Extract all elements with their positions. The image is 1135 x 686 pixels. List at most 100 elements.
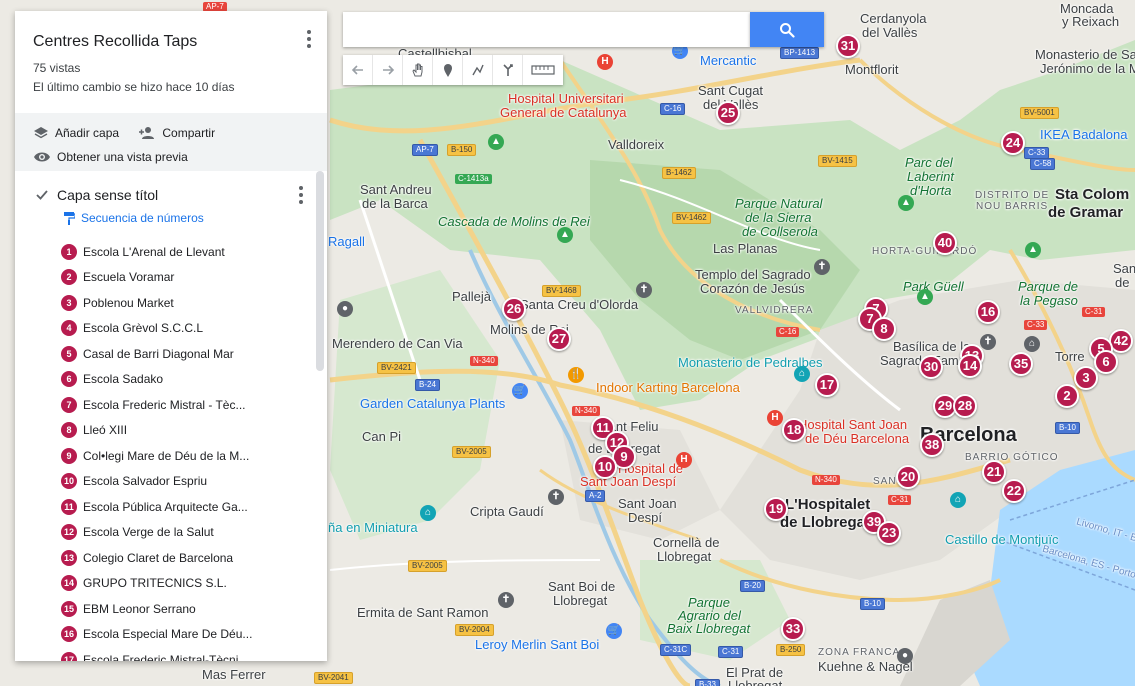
list-item[interactable]: 14 GRUPO TRITECNICS S.L. xyxy=(15,571,327,597)
list-item[interactable]: 17 Escola Frederic Mistral-Tècni... xyxy=(15,647,327,661)
list-item[interactable]: 12 Escola Verge de la Salut xyxy=(15,520,327,546)
list-item-label: Casal de Barri Diagonal Mar xyxy=(83,346,234,361)
list-item[interactable]: 7 Escola Frederic Mistral - Tèc... xyxy=(15,392,327,418)
map-marker[interactable]: 20 xyxy=(896,465,920,489)
redo-button[interactable] xyxy=(373,55,403,85)
layer-options-button[interactable] xyxy=(291,183,311,207)
road-shield: B-250 xyxy=(776,644,806,656)
church-icon[interactable]: ✝ xyxy=(814,259,830,275)
park-icon[interactable]: ▲ xyxy=(917,289,933,305)
search-button[interactable] xyxy=(750,12,824,47)
list-item[interactable]: 13 Colegio Claret de Barcelona xyxy=(15,545,327,571)
map-place-label: Parque Natural xyxy=(735,196,823,211)
map-marker[interactable]: 24 xyxy=(1001,131,1025,155)
map-place-label: Baix Llobregat xyxy=(667,621,751,636)
list-item[interactable]: 3 Poblenou Market xyxy=(15,290,327,316)
map-place-label: ZONA FRANCA xyxy=(818,647,901,658)
shopping-icon[interactable]: 🛒 xyxy=(606,623,622,639)
list-item-number: 17 xyxy=(61,651,77,661)
park-icon[interactable]: ▲ xyxy=(1025,242,1041,258)
list-item[interactable]: 9 Col•legi Mare de Déu de la M... xyxy=(15,443,327,469)
map-marker[interactable]: 10 xyxy=(593,455,617,479)
map-place-label: del Vallès xyxy=(862,25,918,40)
hospital-icon[interactable]: H xyxy=(597,54,613,70)
list-item[interactable]: 5 Casal de Barri Diagonal Mar xyxy=(15,341,327,367)
museum-icon[interactable]: ⌂ xyxy=(420,505,436,521)
map-marker[interactable]: 3 xyxy=(1074,366,1098,390)
style-sequence-button[interactable]: Secuencia de números xyxy=(63,211,309,225)
church-icon[interactable]: ✝ xyxy=(636,282,652,298)
map-marker[interactable]: 30 xyxy=(919,355,943,379)
map-marker[interactable]: 35 xyxy=(1009,352,1033,376)
map-marker[interactable]: 14 xyxy=(958,354,982,378)
layer-checkbox[interactable] xyxy=(35,188,49,202)
park-icon[interactable]: ▲ xyxy=(488,134,504,150)
list-item-label: Escola Sadako xyxy=(83,372,164,387)
church-icon[interactable]: ✝ xyxy=(548,489,564,505)
map-marker[interactable]: 16 xyxy=(976,300,1000,324)
church-icon[interactable]: ✝ xyxy=(498,592,514,608)
list-item[interactable]: 2 Escuela Voramar xyxy=(15,265,327,291)
draw-line-button[interactable] xyxy=(463,55,493,85)
church-icon[interactable]: ✝ xyxy=(980,334,996,350)
pin-icon[interactable]: ● xyxy=(897,648,913,664)
map-marker[interactable]: 6 xyxy=(1094,350,1118,374)
map-marker[interactable]: 25 xyxy=(716,101,740,125)
map-marker[interactable]: 27 xyxy=(547,327,571,351)
layer-name[interactable]: Capa sense títol xyxy=(57,187,158,203)
list-item-number: 13 xyxy=(61,549,77,566)
map-marker[interactable]: 28 xyxy=(953,394,977,418)
directions-button[interactable] xyxy=(493,55,523,85)
map-marker[interactable]: 23 xyxy=(877,521,901,545)
add-marker-button[interactable] xyxy=(433,55,463,85)
share-button[interactable]: Compartir xyxy=(138,123,215,143)
map-marker[interactable]: 33 xyxy=(781,617,805,641)
map-place-label: Ragall xyxy=(328,234,365,249)
list-item[interactable]: 6 Escola Sadako xyxy=(15,367,327,393)
list-item[interactable]: 16 Escola Especial Mare De Déu... xyxy=(15,622,327,648)
road-shield: B-33 xyxy=(695,679,720,686)
park-icon[interactable]: ▲ xyxy=(898,195,914,211)
list-item[interactable]: 15 EBM Leonor Serrano xyxy=(15,596,327,622)
museum-icon[interactable]: ⌂ xyxy=(950,492,966,508)
map-options-button[interactable] xyxy=(299,27,319,51)
map-marker[interactable]: 31 xyxy=(836,34,860,58)
panel-scrollbar[interactable] xyxy=(316,171,324,371)
map-marker[interactable]: 8 xyxy=(872,317,896,341)
list-item[interactable]: 4 Escola Grèvol S.C.C.L xyxy=(15,316,327,342)
map-marker[interactable]: 18 xyxy=(782,418,806,442)
map-place-label: Sant Boi de xyxy=(548,579,616,594)
map-marker[interactable]: 17 xyxy=(815,373,839,397)
map-marker[interactable]: 22 xyxy=(1002,479,1026,503)
list-item[interactable]: 8 Lleó XIII xyxy=(15,418,327,444)
view-count: 75 vistas xyxy=(33,61,81,75)
pin-icon[interactable]: ● xyxy=(337,301,353,317)
restaurant-icon[interactable]: 🍴 xyxy=(568,367,584,383)
list-item[interactable]: 11 Escola Pública Arquitecte Ga... xyxy=(15,494,327,520)
map-title[interactable]: Centres Recollida Taps xyxy=(33,33,309,51)
preview-button[interactable]: Obtener una vista previa xyxy=(33,147,188,167)
list-item[interactable]: 10 Escola Salvador Espriu xyxy=(15,469,327,495)
shopping-icon[interactable]: 🛒 xyxy=(512,383,528,399)
preview-label: Obtener una vista previa xyxy=(57,150,188,164)
add-layer-button[interactable]: Añadir capa xyxy=(33,123,119,143)
map-marker[interactable]: 2 xyxy=(1055,384,1079,408)
hospital-icon[interactable]: H xyxy=(767,410,783,426)
undo-button[interactable] xyxy=(343,55,373,85)
museum-icon[interactable]: ⌂ xyxy=(1024,336,1040,352)
museum-icon[interactable]: ⌂ xyxy=(794,366,810,382)
road-shield: C-16 xyxy=(660,103,686,115)
list-item[interactable]: 1 Escola L'Arenal de Llevant xyxy=(15,239,327,265)
search-input[interactable] xyxy=(343,12,750,47)
list-item-label: Escola Salvador Espriu xyxy=(83,474,208,489)
more-vert-icon xyxy=(307,30,311,34)
map-marker[interactable]: 21 xyxy=(982,460,1006,484)
hospital-icon[interactable]: H xyxy=(676,452,692,468)
select-items-button[interactable] xyxy=(403,55,433,85)
map-marker[interactable]: 38 xyxy=(920,433,944,457)
map-marker[interactable]: 26 xyxy=(502,297,526,321)
map-marker[interactable]: 19 xyxy=(764,497,788,521)
park-icon[interactable]: ▲ xyxy=(557,227,573,243)
measure-button[interactable] xyxy=(523,55,563,85)
map-marker[interactable]: 40 xyxy=(933,231,957,255)
